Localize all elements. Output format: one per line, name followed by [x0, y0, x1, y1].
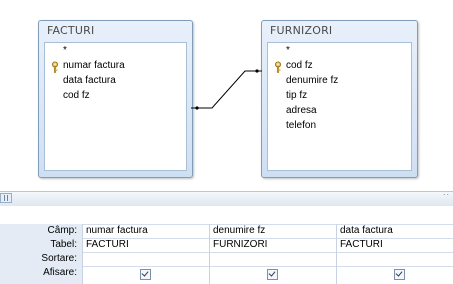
cell-table[interactable]: FACTURI [340, 239, 383, 250]
cell-table[interactable]: FACTURI [86, 239, 129, 250]
cell-field[interactable]: denumire fz [213, 225, 265, 236]
show-checkbox[interactable] [267, 269, 278, 280]
row-label-tabel: Tabel: [50, 239, 77, 250]
row-label-camp: Câmp: [47, 225, 77, 236]
pane-splitter[interactable]: ˙˙ [0, 191, 453, 207]
cell-table[interactable]: FURNIZORI [213, 239, 267, 250]
splitter-handle-icon[interactable] [0, 193, 12, 203]
query-design-area: FACTURI * numar factura data factura cod… [0, 0, 453, 192]
scroll-grip-icon: ˙˙ [442, 194, 450, 204]
row-label-sortare: Sortare: [41, 253, 77, 264]
grid-row-labels: Câmp: Tabel: Sortare: Afisare: [0, 224, 83, 284]
cell-field[interactable]: data factura [340, 225, 393, 236]
grid-column-2[interactable]: denumire fz FURNIZORI [209, 224, 336, 284]
show-checkbox[interactable] [140, 269, 151, 280]
cell-field[interactable]: numar factura [86, 225, 148, 236]
row-label-afisare: Afisare: [43, 267, 77, 278]
grid-selector-strip [0, 206, 453, 224]
grid-column-3[interactable]: data factura FACTURI [336, 224, 453, 284]
query-grid: Câmp: Tabel: Sortare: Afisare: numar fac… [0, 206, 453, 284]
show-checkbox[interactable] [394, 269, 405, 280]
relationship-line[interactable] [0, 0, 453, 192]
grid-column-1[interactable]: numar factura FACTURI [82, 224, 209, 284]
